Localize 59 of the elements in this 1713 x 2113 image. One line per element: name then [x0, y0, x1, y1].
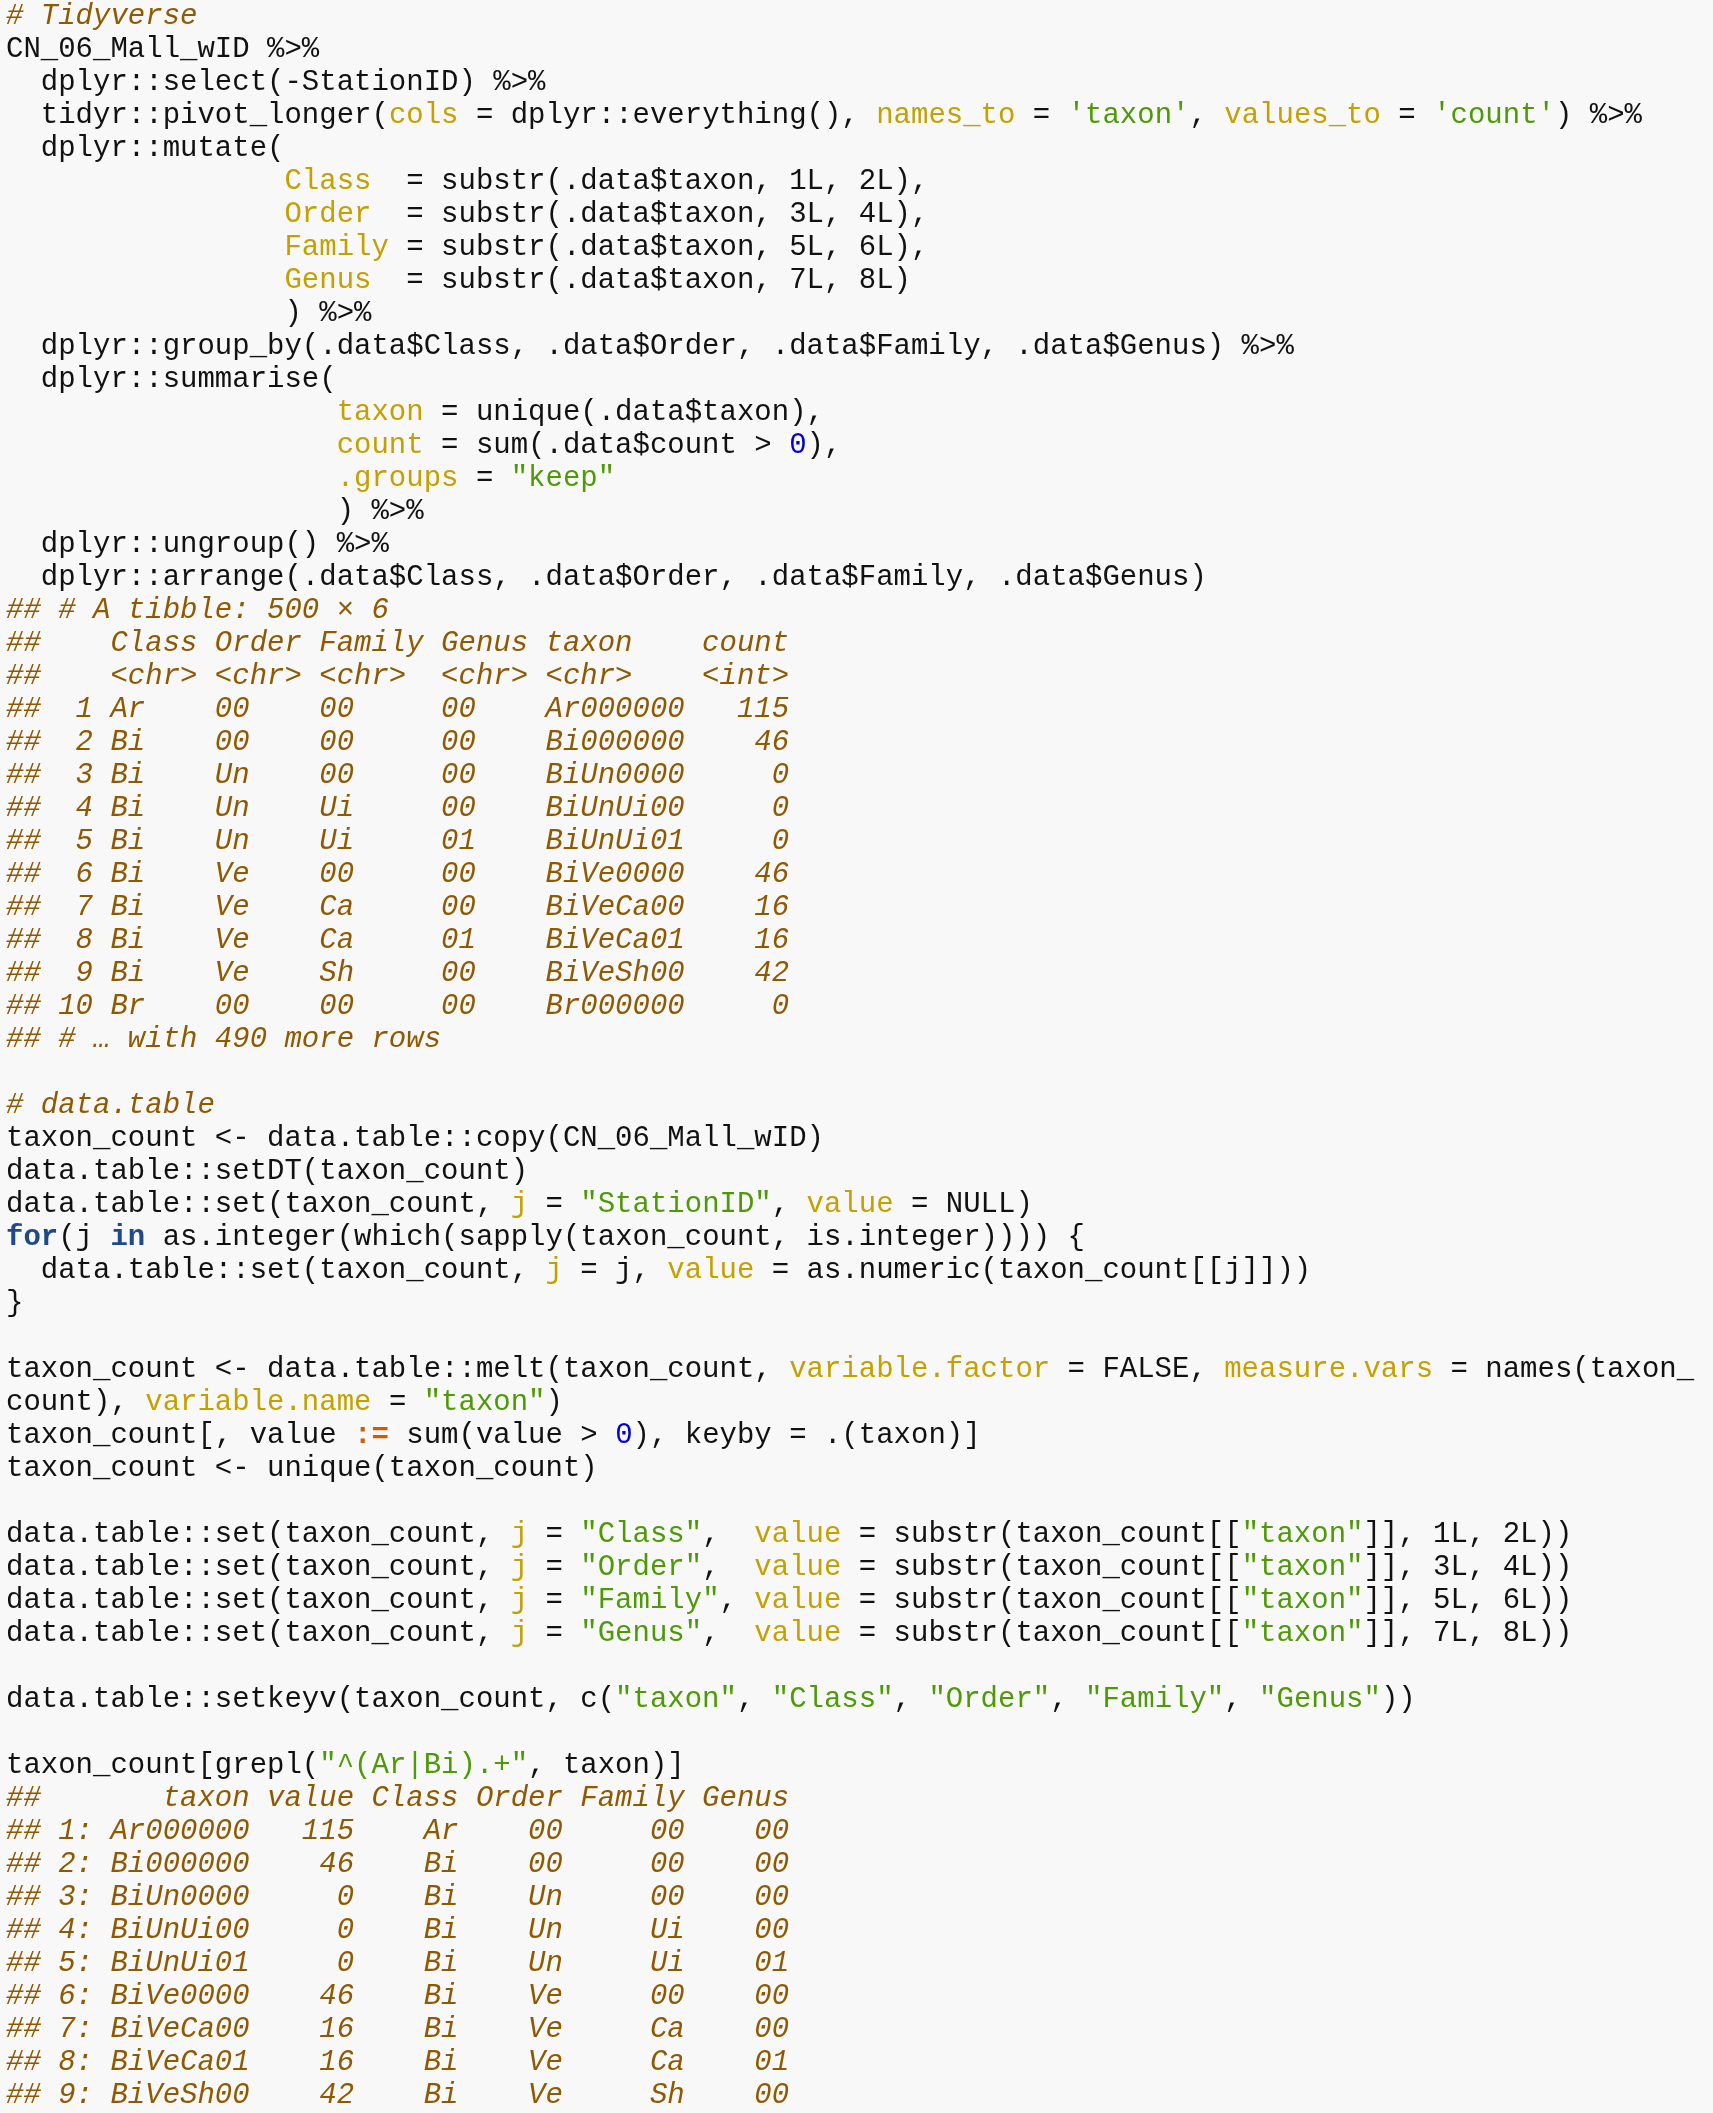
comment-line: ## 7 Bi Ve Ca 00 BiVeCa00 16: [6, 891, 790, 924]
code-line: Family = substr(.data$taxon, 5L, 6L),: [283, 231, 929, 264]
comment-line: ## 8: BiVeCa01 16 Bi Ve Ca 01: [6, 2046, 790, 2079]
comment-line: ## 1 Ar 00 00 00 Ar000000 115: [6, 693, 790, 726]
comment-line: ## 5: BiUnUi01 0 Bi Un Ui 01: [6, 1947, 790, 1980]
comment-line: # data.table: [6, 1089, 215, 1122]
code-line: dplyr::select(-StationID) %>%: [39, 66, 546, 99]
comment-line: ## 10 Br 00 00 00 Br000000 0: [6, 990, 790, 1023]
comment-line: ## 9 Bi Ve Sh 00 BiVeSh00 42: [6, 957, 790, 990]
code-line: count = sum(.data$count > 0),: [335, 429, 842, 462]
code-line: dplyr::summarise(: [39, 363, 337, 396]
code-line: data.table::set(taxon_count, j = "Class", value = substr(taxon_count[["taxon"]], 1L, 2L)): [6, 1518, 1573, 1551]
comment-line: ## 8 Bi Ve Ca 01 BiVeCa01 16: [6, 924, 790, 957]
code-line: dplyr::ungroup() %>%: [39, 528, 389, 561]
comment-line: ## 9: BiVeSh00 42 Bi Ve Sh 00: [6, 2079, 790, 2112]
code-line: taxon_count <- data.table::copy(CN_06_Mall_wID): [6, 1122, 824, 1155]
comment-line: ## 2 Bi 00 00 00 Bi000000 46: [6, 726, 790, 759]
code-line: taxon_count <- unique(taxon_count): [6, 1452, 598, 1485]
comment-line: ## taxon value Class Order Family Genus: [6, 1782, 790, 1815]
comment-line: ## 4 Bi Un Ui 00 BiUnUi00 0: [6, 792, 790, 825]
code-line: ) %>%: [283, 297, 372, 330]
code-line: Genus = substr(.data$taxon, 7L, 8L): [283, 264, 911, 297]
code-line: CN_06_Mall_wID %>%: [6, 33, 320, 66]
code-line: Order = substr(.data$taxon, 3L, 4L),: [283, 198, 929, 231]
code-line: data.table::set(taxon_count, j = "Family", value = substr(taxon_count[["taxon"]], 5L, 6L)): [6, 1584, 1573, 1617]
comment-line: ## 6 Bi Ve 00 00 BiVe0000 46: [6, 858, 790, 891]
comment-line: ## # A tibble: 500 × 6: [6, 594, 389, 627]
comment-line: ## # … with 490 more rows: [6, 1023, 442, 1056]
comment-line: ## 5 Bi Un Ui 01 BiUnUi01 0: [6, 825, 790, 858]
code-line: data.table::set(taxon_count, j = j, value = as.numeric(taxon_count[[j]])): [39, 1254, 1312, 1287]
code-line: taxon_count <- data.table::melt(taxon_count, variable.factor = FALSE, measure.vars = names(taxon_: [6, 1353, 1695, 1386]
code-line: .groups = "keep": [335, 462, 616, 495]
code-line: data.table::set(taxon_count, j = "Order", value = substr(taxon_count[["taxon"]], 3L, 4L)): [6, 1551, 1573, 1584]
comment-line: ## 1: Ar000000 115 Ar 00 00 00: [6, 1815, 790, 1848]
comment-line: ## 6: BiVe0000 46 Bi Ve 00 00: [6, 1980, 790, 2013]
code-line: taxon_count[grepl("^(Ar|Bi).+", taxon)]: [6, 1749, 685, 1782]
code-line: data.table::set(taxon_count, j = "StationID", value = NULL): [6, 1188, 1033, 1221]
comment-line: # Tidyverse: [6, 0, 198, 33]
code-line: }: [6, 1287, 24, 1320]
code-line: data.table::set(taxon_count, j = "Genus", value = substr(taxon_count[["taxon"]], 7L, 8L)): [6, 1617, 1573, 1650]
code-line: Class = substr(.data$taxon, 1L, 2L),: [283, 165, 929, 198]
code-line: data.table::setDT(taxon_count): [6, 1155, 529, 1188]
comment-line: ## 4: BiUnUi00 0 Bi Un Ui 00: [6, 1914, 790, 1947]
code-line: tidyr::pivot_longer(cols = dplyr::everything(), names_to = 'taxon', values_to = 'count') %>%: [39, 99, 1642, 132]
code-line: taxon_count[, value := sum(value > 0), keyby = .(taxon)]: [6, 1419, 981, 1452]
code-line: count), variable.name = "taxon"): [6, 1386, 563, 1419]
comment-line: ## 3 Bi Un 00 00 BiUn0000 0: [6, 759, 790, 792]
code-line: data.table::setkeyv(taxon_count, c("taxon", "Class", "Order", "Family", "Genus")): [6, 1683, 1416, 1716]
comment-line: ## 7: BiVeCa00 16 Bi Ve Ca 00: [6, 2013, 790, 2046]
comment-line: ## Class Order Family Genus taxon count: [6, 627, 790, 660]
comment-line: ## 3: BiUn0000 0 Bi Un 00 00: [6, 1881, 790, 1914]
code-line: dplyr::arrange(.data$Class, .data$Order, .data$Family, .data$Genus): [39, 561, 1207, 594]
code-line: dplyr::mutate(: [39, 132, 285, 165]
comment-line: ## 2: Bi000000 46 Bi 00 00 00: [6, 1848, 790, 1881]
code-line: for(j in as.integer(which(sapply(taxon_count, is.integer)))) {: [6, 1221, 1085, 1254]
code-line: ) %>%: [335, 495, 424, 528]
code-line: taxon = unique(.data$taxon),: [335, 396, 824, 429]
comment-line: ## <chr> <chr> <chr> <chr> <chr> <int>: [6, 660, 790, 693]
code-line: dplyr::group_by(.data$Class, .data$Order, .data$Family, .data$Genus) %>%: [39, 330, 1294, 363]
